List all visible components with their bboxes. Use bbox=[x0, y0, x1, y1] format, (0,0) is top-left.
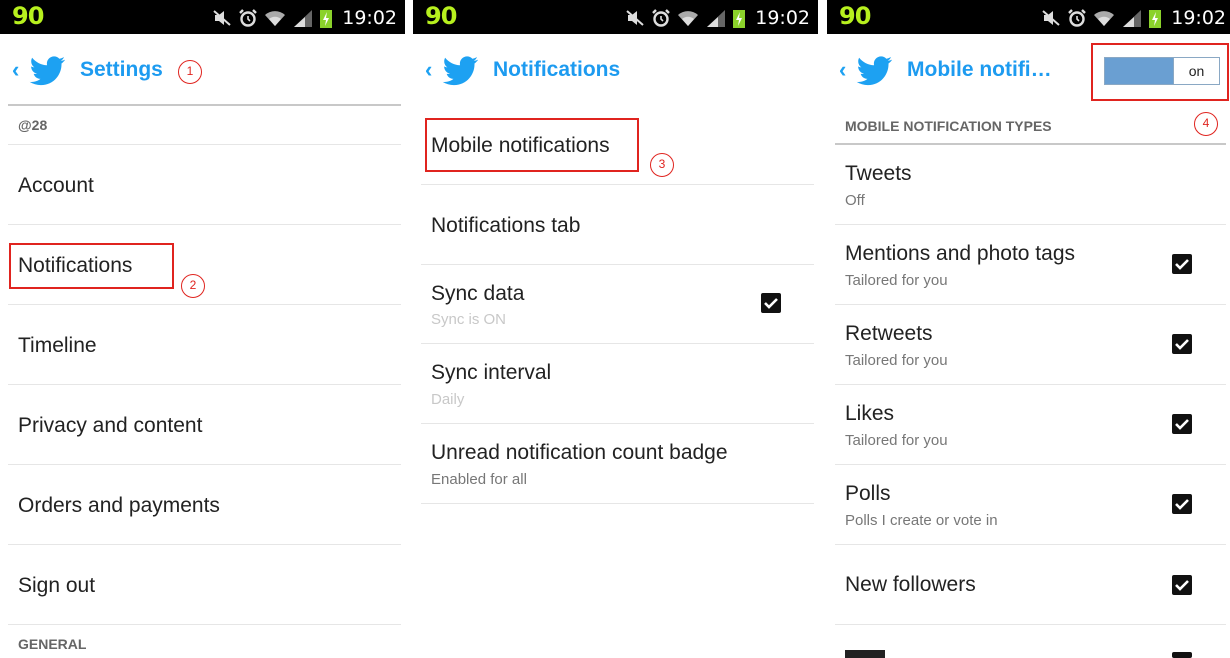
highlight-box-toggle bbox=[1091, 43, 1229, 101]
checkbox-checked[interactable] bbox=[1172, 334, 1192, 354]
notifications-item-sync-interval[interactable]: Sync interval Daily bbox=[421, 344, 814, 424]
notif-type-label: Retweets bbox=[845, 322, 933, 345]
page-title: Settings bbox=[80, 58, 163, 81]
notif-type-sub: Tailored for you bbox=[845, 352, 948, 369]
notif-type-polls[interactable]: Polls Polls I create or vote in bbox=[835, 465, 1226, 545]
settings-item-label: Account bbox=[18, 174, 94, 197]
notif-type-label: Likes bbox=[845, 402, 895, 425]
wifi-icon bbox=[678, 11, 699, 26]
mute-icon bbox=[1042, 10, 1060, 26]
settings-screen: 90 19:02 ‹ Settings 1 @28 Account Notifi… bbox=[0, 0, 405, 658]
status-time: 19:02 bbox=[342, 7, 397, 29]
checkbox-checked[interactable] bbox=[761, 293, 781, 313]
notif-type-likes[interactable]: Likes Tailored for you bbox=[835, 385, 1226, 465]
notifications-item-label: Sync data bbox=[431, 282, 525, 305]
callout-badge-3: 3 bbox=[650, 153, 674, 177]
page-title: Mobile notifi… bbox=[907, 58, 1052, 81]
section-header-general: GENERAL bbox=[18, 636, 87, 652]
action-bar: ‹ Notifications bbox=[413, 34, 818, 104]
status-icons: 19:02 bbox=[212, 7, 397, 29]
notif-type-sub: Tailored for you bbox=[845, 432, 948, 449]
status-number: 90 bbox=[425, 2, 457, 30]
battery-charging-icon bbox=[320, 10, 333, 28]
notif-type-tweets[interactable]: Tweets Off bbox=[835, 145, 1226, 225]
callout-badge-2: 2 bbox=[181, 274, 205, 298]
notif-type-label: New followers bbox=[845, 573, 976, 596]
notifications-screen: 90 19:02 ‹ Notifications Mobile notifica… bbox=[413, 0, 818, 658]
twitter-bird-icon[interactable] bbox=[28, 56, 68, 86]
notifications-item-sub: Enabled for all bbox=[431, 471, 527, 488]
battery-charging-icon bbox=[733, 10, 746, 28]
notifications-item-sub: Sync is ON bbox=[431, 311, 507, 328]
status-time: 19:02 bbox=[1171, 7, 1226, 29]
signal-icon bbox=[294, 10, 313, 27]
highlight-box-mobile-notifications bbox=[425, 118, 639, 172]
highlight-box-notifications bbox=[9, 243, 174, 289]
checkbox-checked[interactable] bbox=[1172, 652, 1192, 658]
alarm-icon bbox=[1068, 9, 1087, 27]
twitter-bird-icon[interactable] bbox=[855, 56, 895, 86]
settings-item-timeline[interactable]: Timeline bbox=[8, 305, 401, 385]
twitter-bird-icon[interactable] bbox=[441, 56, 481, 86]
checkbox-checked[interactable] bbox=[1172, 254, 1192, 274]
account-header: @28 bbox=[8, 106, 401, 145]
notifications-item-label: Unread notification count badge bbox=[431, 441, 728, 464]
notifications-item-sub: Daily bbox=[431, 391, 465, 408]
section-header-notification-types: MOBILE NOTIFICATION TYPES bbox=[845, 118, 1052, 134]
alarm-icon bbox=[652, 9, 671, 27]
status-number: 90 bbox=[12, 2, 44, 30]
settings-item-label: Orders and payments bbox=[18, 494, 220, 517]
wifi-icon bbox=[265, 11, 286, 26]
signal-icon bbox=[707, 10, 726, 27]
back-button[interactable]: ‹ bbox=[839, 57, 846, 83]
settings-item-label: Sign out bbox=[18, 574, 96, 597]
alarm-icon bbox=[239, 9, 258, 27]
checkbox-checked[interactable] bbox=[1172, 575, 1192, 595]
notif-type-sub: Tailored for you bbox=[845, 272, 948, 289]
notifications-item-sync-data[interactable]: Sync data Sync is ON bbox=[421, 265, 814, 344]
notif-type-new-followers[interactable]: New followers bbox=[835, 545, 1226, 625]
status-bar: 90 19:02 bbox=[0, 0, 405, 34]
notifications-item-unread-badge[interactable]: Unread notification count badge Enabled … bbox=[421, 424, 814, 504]
notif-type-label: Tweets bbox=[845, 162, 912, 185]
signal-icon bbox=[1123, 10, 1142, 27]
status-icons: 19:02 bbox=[1041, 7, 1226, 29]
notif-type-sub: Polls I create or vote in bbox=[845, 512, 998, 529]
checkbox-checked[interactable] bbox=[1172, 494, 1192, 514]
settings-item-sign-out[interactable]: Sign out bbox=[8, 545, 401, 625]
next-row-peek bbox=[845, 650, 885, 658]
notif-type-sub: Off bbox=[845, 192, 865, 209]
battery-charging-icon bbox=[1149, 10, 1162, 28]
status-number: 90 bbox=[839, 2, 871, 30]
notif-type-retweets[interactable]: Retweets Tailored for you bbox=[835, 305, 1226, 385]
back-button[interactable]: ‹ bbox=[425, 57, 432, 83]
status-bar: 90 19:02 bbox=[827, 0, 1230, 34]
status-time: 19:02 bbox=[755, 7, 810, 29]
mute-icon bbox=[213, 10, 231, 26]
settings-item-privacy[interactable]: Privacy and content bbox=[8, 385, 401, 465]
notif-type-mentions[interactable]: Mentions and photo tags Tailored for you bbox=[835, 225, 1226, 305]
page-title: Notifications bbox=[493, 58, 621, 81]
mute-icon bbox=[626, 10, 644, 26]
notif-type-label: Mentions and photo tags bbox=[845, 242, 1075, 265]
notifications-item-tab[interactable]: Notifications tab bbox=[421, 185, 814, 265]
action-bar: ‹ Settings bbox=[0, 34, 405, 104]
checkbox-checked[interactable] bbox=[1172, 414, 1192, 434]
status-bar: 90 19:02 bbox=[413, 0, 818, 34]
username-label: @28 bbox=[18, 117, 48, 133]
back-button[interactable]: ‹ bbox=[12, 57, 19, 83]
settings-item-account[interactable]: Account bbox=[8, 145, 401, 225]
callout-badge-1: 1 bbox=[178, 60, 202, 84]
wifi-icon bbox=[1094, 11, 1115, 26]
notif-type-label: Polls bbox=[845, 482, 891, 505]
notifications-item-label: Sync interval bbox=[431, 361, 552, 384]
callout-badge-4: 4 bbox=[1194, 112, 1218, 136]
settings-item-orders-payments[interactable]: Orders and payments bbox=[8, 465, 401, 545]
notifications-item-label: Notifications tab bbox=[431, 214, 581, 237]
status-icons: 19:02 bbox=[625, 7, 810, 29]
settings-item-label: Privacy and content bbox=[18, 414, 203, 437]
settings-item-label: Timeline bbox=[18, 334, 97, 357]
